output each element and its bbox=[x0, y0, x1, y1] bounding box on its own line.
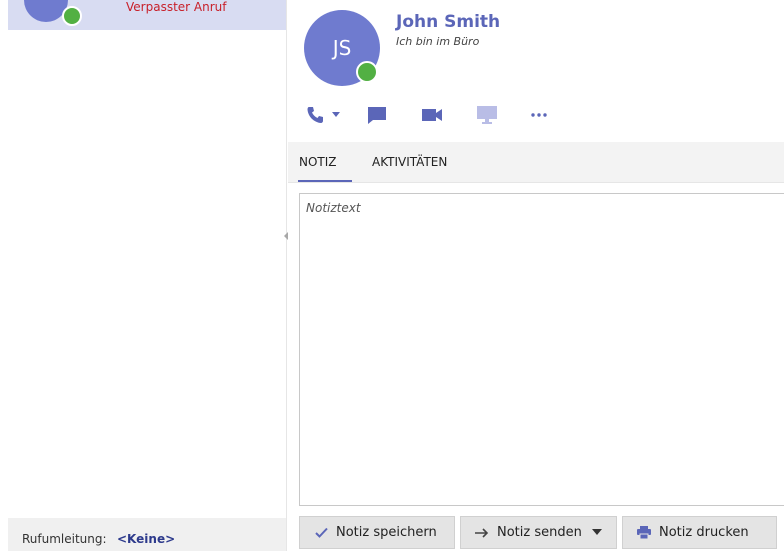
more-icon bbox=[531, 112, 547, 118]
contact-name[interactable]: John Smith bbox=[396, 12, 500, 32]
save-note-label: Notiz speichern bbox=[336, 525, 437, 540]
active-tab-indicator bbox=[298, 180, 352, 182]
tab-aktivitaeten[interactable]: AKTIVITÄTEN bbox=[372, 142, 447, 182]
call-forwarding-bar: Rufumleitung: <Keine> bbox=[8, 518, 286, 551]
printer-icon bbox=[637, 526, 651, 540]
chevron-down-icon[interactable] bbox=[591, 525, 602, 540]
chevron-down-icon[interactable] bbox=[332, 112, 340, 118]
print-note-label: Notiz drucken bbox=[659, 525, 749, 540]
call-status: Verpasster Anruf bbox=[126, 0, 227, 14]
checkmark-icon bbox=[314, 526, 328, 540]
more-actions-button[interactable] bbox=[531, 104, 547, 126]
screen-share-button[interactable] bbox=[476, 104, 498, 126]
save-note-button[interactable]: Notiz speichern bbox=[299, 516, 455, 549]
send-note-button[interactable]: Notiz senden bbox=[460, 516, 617, 549]
arrow-right-icon bbox=[475, 526, 489, 540]
presence-available-icon bbox=[356, 61, 378, 83]
send-note-label: Notiz senden bbox=[497, 525, 582, 540]
chat-button[interactable] bbox=[366, 104, 388, 126]
call-history-panel: Verpasster Anruf Rufumleitung: <Keine> bbox=[0, 0, 288, 551]
contact-status-message: Ich bin im Büro bbox=[396, 35, 480, 48]
tab-bar: NOTIZ AKTIVITÄTEN bbox=[288, 142, 784, 183]
call-list-item[interactable]: Verpasster Anruf bbox=[8, 0, 286, 30]
call-forwarding-value[interactable]: <Keine> bbox=[117, 532, 175, 546]
call-button[interactable] bbox=[306, 104, 340, 126]
presence-available-icon bbox=[62, 6, 82, 26]
video-icon bbox=[421, 107, 443, 123]
note-textarea[interactable]: Notiztext bbox=[299, 193, 784, 506]
contact-initials: JS bbox=[332, 36, 352, 60]
tab-notiz[interactable]: NOTIZ bbox=[299, 142, 337, 182]
collapse-panel-icon[interactable] bbox=[284, 232, 288, 240]
screen-share-icon bbox=[476, 105, 498, 125]
note-placeholder: Notiztext bbox=[306, 201, 361, 215]
print-note-button[interactable]: Notiz drucken bbox=[622, 516, 777, 549]
call-forwarding-label: Rufumleitung: bbox=[22, 532, 107, 546]
chat-icon bbox=[366, 105, 388, 125]
video-call-button[interactable] bbox=[421, 104, 443, 126]
phone-icon bbox=[306, 106, 326, 124]
